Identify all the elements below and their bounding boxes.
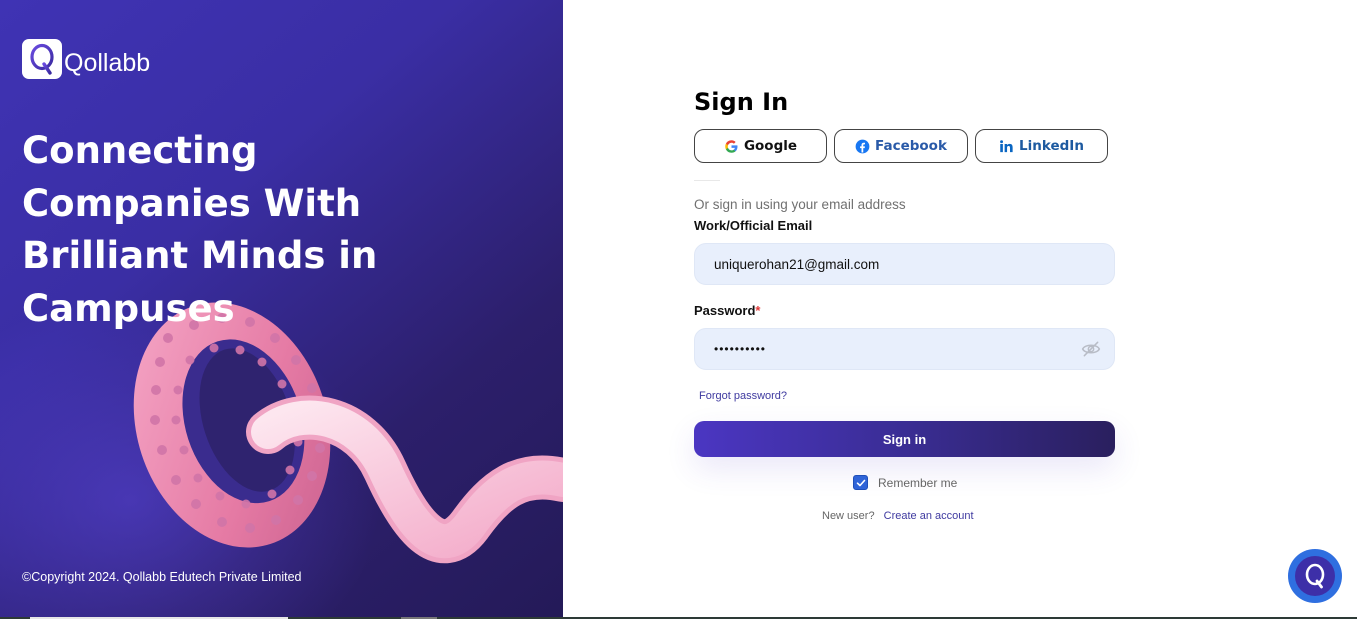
check-icon (856, 479, 865, 486)
facebook-label: Facebook (875, 138, 947, 154)
sign-in-button[interactable]: Sign in (694, 421, 1115, 457)
linkedin-label: LinkedIn (1019, 138, 1084, 154)
page-title: Sign In (694, 88, 789, 116)
eye-slash-icon[interactable] (1081, 340, 1101, 361)
divider (694, 180, 720, 181)
linkedin-icon (999, 139, 1014, 154)
remember-me-checkbox[interactable] (853, 475, 868, 490)
hero-headline: Connecting Companies With Brilliant Mind… (22, 129, 378, 330)
new-user-prompt: New user? Create an account (822, 510, 974, 522)
password-label: Password* (694, 303, 760, 318)
email-field[interactable]: uniquerohan21@gmail.com (694, 243, 1115, 285)
forgot-password-link[interactable]: Forgot password? (699, 390, 787, 402)
password-field[interactable]: •••••••••• (694, 328, 1115, 370)
remember-me[interactable]: Remember me (853, 475, 957, 490)
create-account-link[interactable]: Create an account (884, 510, 974, 522)
email-signin-hint: Or sign in using your email address (694, 197, 906, 212)
email-value: uniquerohan21@gmail.com (714, 256, 880, 272)
hero-panel: Qollabb Connecting Companies With Brilli… (0, 0, 563, 617)
email-label: Work/Official Email (694, 218, 813, 233)
google-icon (724, 139, 739, 154)
copyright-text: ©Copyright 2024. Qollabb Edutech Private… (22, 570, 302, 584)
linkedin-signin-button[interactable]: LinkedIn (975, 129, 1108, 163)
chat-assistant-icon (1295, 556, 1335, 596)
password-label-text: Password (694, 303, 756, 318)
facebook-icon (855, 139, 870, 154)
remember-me-label: Remember me (878, 475, 958, 490)
new-user-text: New user? (822, 510, 875, 522)
required-mark: * (755, 303, 761, 318)
google-signin-button[interactable]: Google (694, 129, 827, 163)
password-value: •••••••••• (714, 342, 767, 356)
chat-assistant-button[interactable] (1288, 549, 1342, 603)
google-label: Google (743, 138, 798, 154)
facebook-signin-button[interactable]: Facebook (834, 129, 968, 163)
